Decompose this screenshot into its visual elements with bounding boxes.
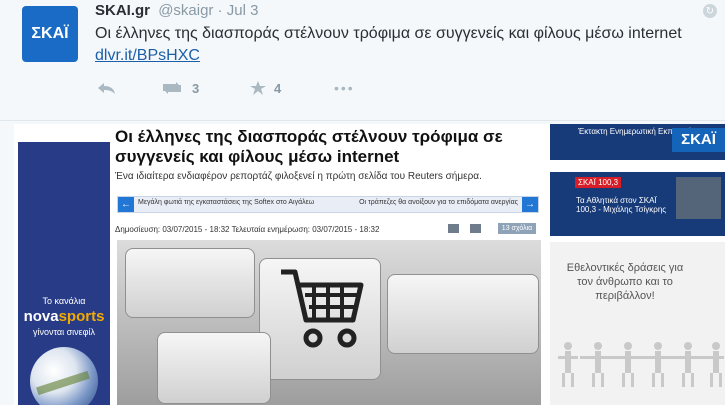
- author-handle[interactable]: @skaigr: [158, 2, 213, 19]
- author-name[interactable]: SKAI.gr: [95, 2, 150, 19]
- article-lead: Ένα ιδιαίτερα ενδιαφέρον ρεπορτάζ φιλοξε…: [115, 171, 482, 182]
- reply-icon: [98, 83, 115, 94]
- radio-banner[interactable]: ΣΚΑΪ 100,3 Τα Αθλητικά στον ΣΚΑΪ 100,3 -…: [550, 172, 725, 236]
- embedded-media[interactable]: Το κανάλια novasports γίνονται σινεφίλ Ο…: [14, 124, 725, 405]
- left-ad-small-text: Το κανάλια: [42, 296, 86, 306]
- skai-logo: ΣΚΑΪ: [672, 128, 725, 152]
- tweet-actions: 3 4 •••: [95, 80, 415, 100]
- next-arrow-button[interactable]: →: [522, 197, 538, 212]
- comments-badge[interactable]: 13 σχόλια: [498, 223, 536, 234]
- retweet-button[interactable]: 3: [159, 80, 199, 96]
- article-navigation: ← Μεγάλη φωτιά της εγκαταστάσεις της Sof…: [117, 196, 539, 213]
- tweet-header: SKAI.gr @skaigr · Jul 3: [95, 2, 258, 19]
- favorite-button[interactable]: 4: [249, 80, 281, 96]
- previous-arrow-button[interactable]: ←: [118, 197, 134, 212]
- volunteer-banner[interactable]: Εθελοντικές δράσεις για τον άνθρωπο και …: [550, 242, 725, 405]
- tweet-body: Οι έλληνες της διασποράς στέλνουν τρόφιμ…: [95, 25, 682, 42]
- radio-program-text: Τα Αθλητικά στον ΣΚΑΪ 100,3 - Μιχάλης Τσ…: [576, 196, 667, 214]
- favorite-count: 4: [274, 80, 282, 96]
- radio-host-photo: [676, 177, 721, 219]
- left-ad-brand: novasports: [18, 308, 110, 325]
- reply-button[interactable]: [95, 80, 117, 96]
- keyboard-key: [157, 332, 271, 404]
- article-title: Οι έλληνες της διασποράς στέλνουν τρόφιμ…: [115, 127, 503, 166]
- right-side-banners: Έκτακτη Ενημερωτική Εκπομπή ΣΚΑΪ ΣΚΑΪ 10…: [550, 124, 725, 405]
- left-ad-subtitle: γίνονται σινεφίλ: [32, 327, 96, 337]
- avatar-text: ΣΚΑΪ: [31, 25, 69, 42]
- shopping-cart-icon: [281, 269, 364, 348]
- radio-station-badge: ΣΚΑΪ 100,3: [575, 177, 622, 188]
- breaking-news-banner[interactable]: Έκτακτη Ενημερωτική Εκπομπή ΣΚΑΪ: [550, 124, 725, 160]
- publication-date: Δημοσίευση: 03/07/2015 - 18:32 Τελευταία…: [115, 225, 380, 234]
- left-advertisement[interactable]: Το κανάλια novasports γίνονται σινεφίλ: [18, 142, 110, 405]
- tweet-time[interactable]: Jul 3: [227, 2, 259, 19]
- print-icon[interactable]: [448, 224, 459, 233]
- nova-brand-word: nova: [23, 308, 59, 325]
- star-icon: [250, 81, 266, 95]
- avatar[interactable]: ΣΚΑΪ: [22, 6, 78, 62]
- keyboard-key: [387, 274, 539, 354]
- email-icon[interactable]: [470, 224, 481, 233]
- previous-article-link[interactable]: Μεγάλη φωτιά της εγκαταστάσεις της Softe…: [138, 199, 314, 206]
- volunteer-text: Εθελοντικές δράσεις για τον άνθρωπο και …: [566, 262, 684, 302]
- next-article-link[interactable]: Οι τράπεζες θα ανοίξουν για το επιδόματα…: [359, 199, 518, 206]
- sports-brand-word: sports: [58, 308, 105, 325]
- retweet-count: 3: [192, 80, 200, 96]
- tweet-card: ΣΚΑΪ SKAI.gr @skaigr · Jul 3 ↻ Οι έλληνε…: [0, 0, 725, 121]
- keyboard-key: [125, 248, 255, 318]
- people-chain-illustration: [558, 342, 724, 387]
- more-actions-icon: •••: [334, 80, 355, 96]
- retweet-icon: [163, 82, 181, 94]
- keyboard-photo: [117, 240, 541, 405]
- article-preview: Οι έλληνες της διασποράς στέλνουν τρόφιμ…: [113, 124, 541, 405]
- more-icon[interactable]: ↻: [703, 4, 717, 18]
- more-actions-button[interactable]: •••: [334, 80, 355, 96]
- tweet-link[interactable]: dlvr.it/BPsHXC: [95, 47, 200, 64]
- tweet-text: Οι έλληνες της διασποράς στέλνουν τρόφιμ…: [95, 23, 695, 67]
- separator-dot: ·: [217, 2, 223, 19]
